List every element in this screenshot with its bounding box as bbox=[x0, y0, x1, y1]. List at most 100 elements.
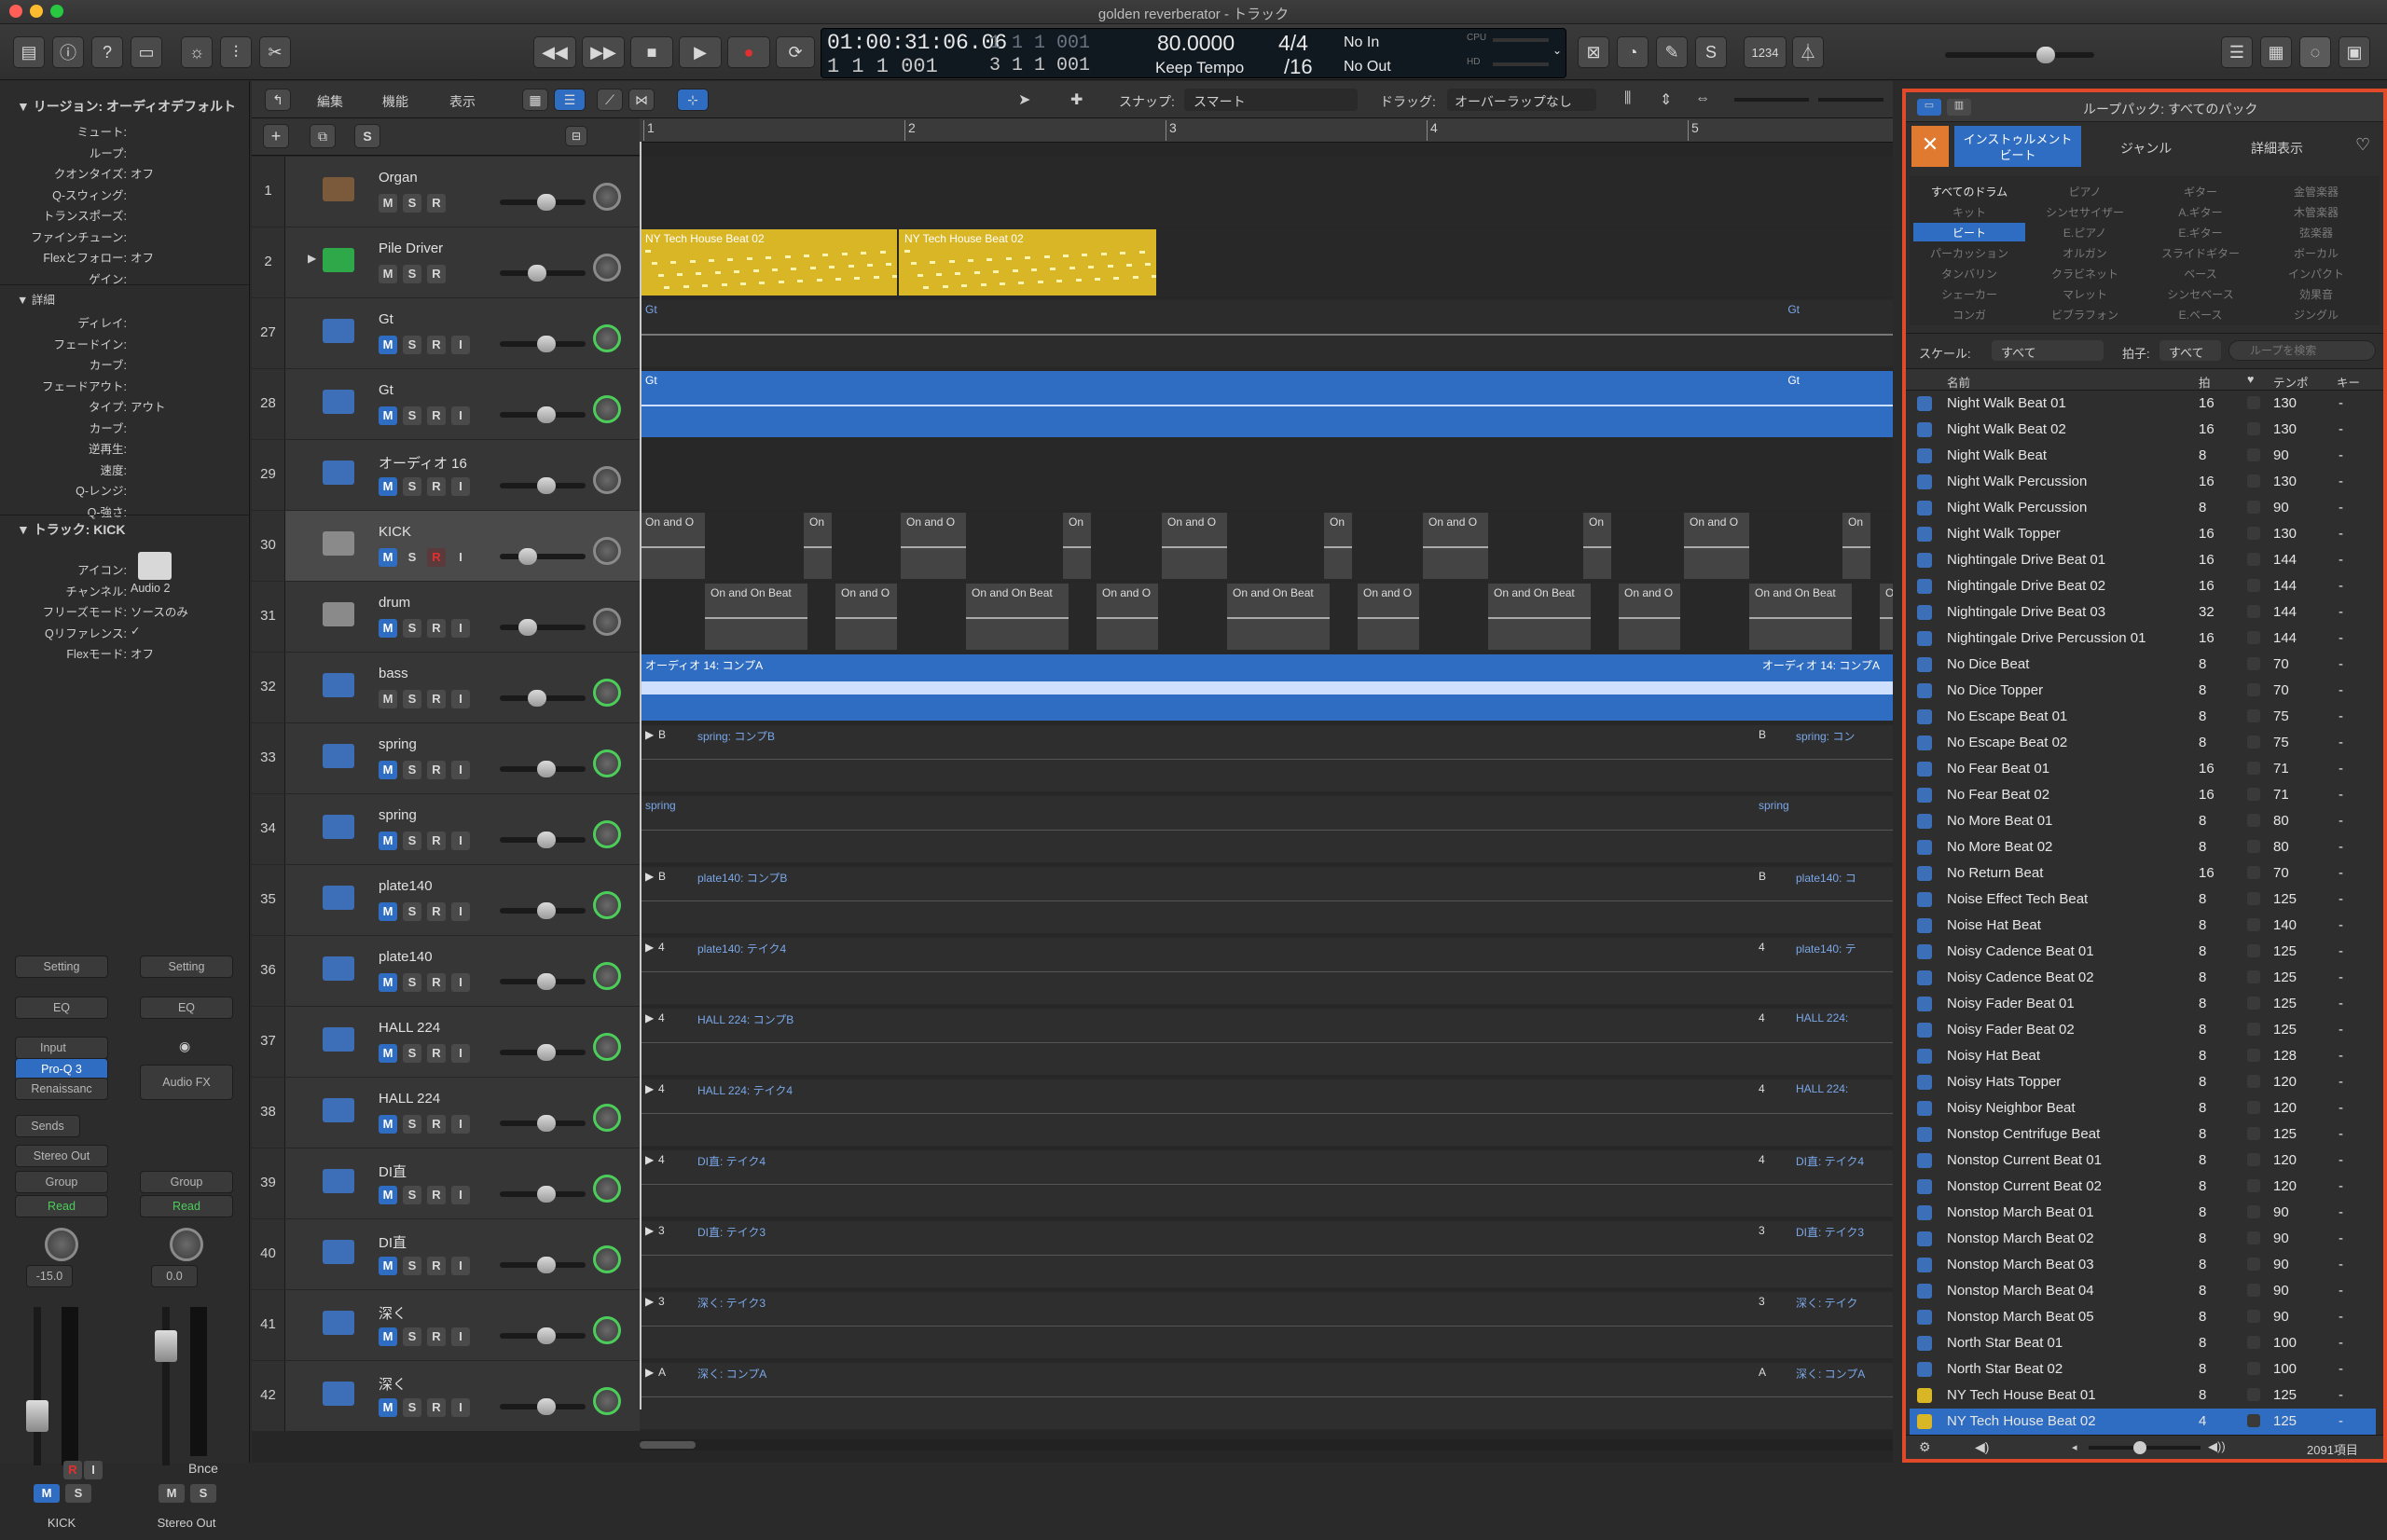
track-header[interactable]: HALL 224 M S R I bbox=[285, 1007, 640, 1077]
audio-region[interactable]: On and On Beat bbox=[1227, 584, 1330, 650]
loop-row[interactable]: Night Walk Beat 02 16 130 - bbox=[1910, 417, 2376, 443]
audio-region[interactable]: Gt Gt bbox=[640, 300, 1893, 366]
favorite-checkbox[interactable] bbox=[2247, 1127, 2260, 1140]
inspector-row[interactable]: ループ: bbox=[0, 140, 250, 160]
track-icon-image[interactable] bbox=[138, 552, 172, 580]
loop-row[interactable]: Nonstop Current Beat 01 8 120 - bbox=[1910, 1148, 2376, 1174]
mute-button[interactable]: M bbox=[379, 1327, 397, 1346]
track-lane[interactable]: ▶ 4 HALL 224: テイク4 4 HALL 224: bbox=[640, 1078, 1893, 1148]
category-button[interactable]: マレット bbox=[2029, 284, 2141, 303]
audio-region[interactable]: ▶ Bplate140: コンプB Bplate140: コ bbox=[640, 867, 1893, 933]
inspector-row[interactable]: クオンタイズ: オフ bbox=[0, 160, 250, 181]
track-row[interactable]: 40 DI直 M S R I ▶ 3 DI直: テイク3 3 DI直: テイク3 bbox=[252, 1219, 1893, 1289]
tuner-button[interactable]: ◔ bbox=[1617, 36, 1649, 68]
group-button[interactable]: Group bbox=[140, 1171, 233, 1193]
track-row[interactable]: 35 plate140 M S R I ▶ Bplate140: コンプB Bplate140:… bbox=[252, 865, 1893, 935]
audio-region[interactable]: On bbox=[1063, 513, 1091, 579]
inspector-row[interactable]: ファインチューン: bbox=[0, 224, 250, 244]
favorite-checkbox[interactable] bbox=[2247, 396, 2260, 409]
audio-region[interactable]: ▶ 3 深く: テイク3 3 深く: テイク bbox=[640, 1292, 1893, 1358]
audio-region[interactable]: On and O bbox=[835, 584, 897, 650]
track-header[interactable]: ▶ Pile Driver M S R bbox=[285, 227, 640, 297]
volume-fader[interactable] bbox=[500, 1115, 586, 1132]
volume-fader-knob[interactable] bbox=[528, 690, 546, 707]
track-name[interactable]: HALL 224 bbox=[379, 1091, 440, 1107]
track-name[interactable]: plate140 bbox=[379, 949, 433, 965]
favorite-checkbox[interactable] bbox=[2247, 1231, 2260, 1244]
track-header[interactable]: HALL 224 M S R I bbox=[285, 1078, 640, 1148]
favorite-checkbox[interactable] bbox=[2247, 736, 2260, 749]
inspector-row[interactable]: カーブ: bbox=[0, 351, 250, 372]
solo-button[interactable]: S bbox=[403, 761, 421, 779]
category-button[interactable]: E.ギター bbox=[2145, 223, 2256, 241]
loop-row[interactable]: Noisy Cadence Beat 02 8 125 - bbox=[1910, 965, 2376, 991]
solo-button[interactable]: S bbox=[403, 265, 421, 283]
solo-button[interactable]: S bbox=[403, 548, 421, 567]
input-monitor-button[interactable]: I bbox=[451, 1327, 470, 1346]
solo-button[interactable]: S bbox=[403, 1398, 421, 1417]
volume-fader[interactable] bbox=[500, 832, 586, 848]
favorite-checkbox[interactable] bbox=[2247, 683, 2260, 696]
fit-horizontal-icon[interactable]: ⇔ bbox=[1695, 90, 1710, 107]
audio-region-selected[interactable]: Gt Gt bbox=[640, 371, 1893, 437]
volume-fader[interactable] bbox=[500, 265, 586, 282]
global-solo-button[interactable]: S bbox=[354, 124, 380, 148]
audio-region[interactable]: On bbox=[1583, 513, 1611, 579]
record-enable-button[interactable]: R bbox=[63, 1461, 82, 1479]
eq-button[interactable]: EQ bbox=[15, 997, 108, 1019]
output-button[interactable]: Stereo Out bbox=[15, 1145, 108, 1167]
quick-help-button[interactable]: ? bbox=[91, 36, 123, 68]
mute-button[interactable]: M bbox=[379, 477, 397, 496]
category-button[interactable]: 木管楽器 bbox=[2260, 202, 2372, 221]
loop-row[interactable]: No Return Beat 16 70 - bbox=[1910, 860, 2376, 887]
favorite-checkbox[interactable] bbox=[2247, 944, 2260, 957]
pan-knob[interactable] bbox=[593, 395, 621, 423]
loop-row[interactable]: Nightingale Drive Percussion 01 16 144 - bbox=[1910, 626, 2376, 652]
inspector-row[interactable]: アイコン: bbox=[0, 557, 250, 577]
mute-button[interactable]: M bbox=[379, 832, 397, 850]
edit-menu[interactable]: 編集 bbox=[317, 92, 343, 111]
inspector-row[interactable]: ミュート: bbox=[0, 118, 250, 139]
track-lane[interactable]: Gt Gt bbox=[640, 369, 1893, 439]
solo-button[interactable]: S bbox=[403, 1327, 421, 1346]
solo-button[interactable]: S bbox=[65, 1484, 91, 1503]
track-header[interactable]: Gt M S R I bbox=[285, 298, 640, 368]
horizontal-scrollbar[interactable] bbox=[640, 1439, 1893, 1451]
pan-knob[interactable] bbox=[593, 1316, 621, 1344]
record-button[interactable]: ● bbox=[727, 36, 770, 68]
track-name[interactable]: bass bbox=[379, 666, 408, 681]
inspector-row[interactable]: ディレイ: bbox=[0, 309, 250, 330]
beat-select[interactable]: すべて bbox=[2159, 340, 2221, 361]
loop-row[interactable]: No Fear Beat 01 16 71 - bbox=[1910, 756, 2376, 782]
inspector-row[interactable]: Q-スウィング: bbox=[0, 182, 250, 202]
track-name[interactable]: オーディオ 16 bbox=[379, 453, 467, 473]
track-row[interactable]: 42 深く M S R I ▶ A 深く: コンプA A 深く: コンプA bbox=[252, 1361, 1893, 1431]
loop-row[interactable]: NY Tech House Beat 01 8 125 - bbox=[1910, 1382, 2376, 1409]
track-name[interactable]: drum bbox=[379, 595, 410, 611]
track-header[interactable]: spring M S R I bbox=[285, 723, 640, 793]
loop-row[interactable]: Noisy Fader Beat 01 8 125 - bbox=[1910, 991, 2376, 1017]
track-name[interactable]: spring bbox=[379, 736, 417, 752]
solo-button[interactable]: S bbox=[403, 336, 421, 354]
track-inspector-header[interactable]: ▼ トラック: KICK bbox=[0, 515, 250, 539]
track-name[interactable]: DI直 bbox=[379, 1162, 407, 1181]
preview-volume-slider[interactable] bbox=[2089, 1441, 2201, 1454]
volume-fader-knob[interactable] bbox=[537, 973, 556, 990]
ruler[interactable]: 1 2 3 4 5 bbox=[640, 118, 1893, 143]
input-monitor-button[interactable]: I bbox=[451, 406, 470, 425]
take-disclosure-icon[interactable]: ▶ bbox=[645, 1295, 654, 1308]
column-view-button[interactable]: ▥ bbox=[1947, 99, 1971, 116]
volume-fader[interactable] bbox=[500, 336, 586, 352]
solo-button[interactable]: S bbox=[403, 690, 421, 708]
track-row[interactable]: 37 HALL 224 M S R I ▶ 4 HALL 224: コンプB 4 HALL 224: bbox=[252, 1007, 1893, 1077]
track-lane[interactable]: spring spring bbox=[640, 794, 1893, 864]
volume-fader[interactable] bbox=[500, 973, 586, 990]
mute-button[interactable]: M bbox=[379, 1044, 397, 1063]
record-enable-button[interactable]: R bbox=[427, 548, 446, 567]
track-header[interactable]: plate140 M S R I bbox=[285, 936, 640, 1006]
audio-region[interactable]: ▶ Bspring: コンプB Bspring: コン bbox=[640, 725, 1893, 791]
inspector-row-value[interactable]: オフ bbox=[131, 164, 154, 182]
track-row[interactable]: 1 Organ M S R bbox=[252, 157, 1893, 227]
mute-button[interactable]: M bbox=[379, 690, 397, 708]
pan-knob[interactable] bbox=[593, 1175, 621, 1203]
